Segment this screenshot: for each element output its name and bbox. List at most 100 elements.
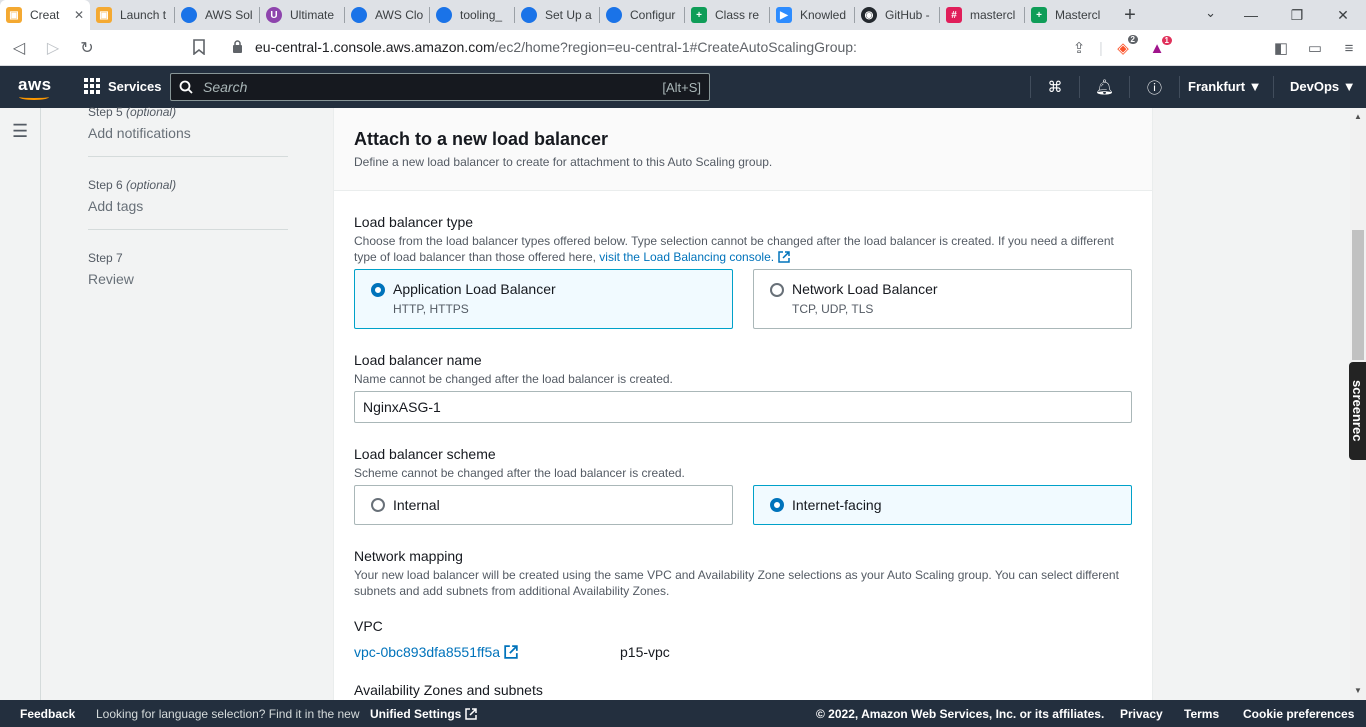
nav-divider — [40, 108, 41, 700]
option-title: Application Load Balancer — [393, 281, 556, 297]
vpc-id-link[interactable]: vpc-0bc893dfa8551ff5a — [354, 644, 518, 660]
step-optional: (optional) — [126, 105, 177, 119]
external-link-icon — [464, 708, 477, 720]
close-tab-icon[interactable]: ✕ — [74, 8, 84, 22]
browser-tab[interactable]: Set Up a — [515, 0, 599, 30]
language-prompt: Looking for language selection? Find it … — [96, 707, 360, 721]
services-menu-button[interactable]: Services — [84, 78, 162, 94]
cloudshell-icon[interactable]: ⌘ — [1030, 76, 1080, 98]
browser-toolbar: ◁ ▷ ↻ eu-central-1.console.aws.amazon.co… — [0, 30, 1366, 66]
load-balancer-container: Attach to a new load balancer Define a n… — [333, 108, 1153, 700]
chevron-down-icon[interactable]: ⌄ — [1205, 5, 1216, 21]
feedback-link[interactable]: Feedback — [20, 707, 75, 721]
radio-button[interactable] — [371, 283, 385, 297]
green-plus-icon: + — [1031, 7, 1047, 23]
search-icon — [179, 80, 193, 94]
step-label[interactable]: Add tags — [88, 195, 288, 217]
step-number: Step 5 — [88, 105, 123, 119]
menu-icon[interactable]: ≡ — [1332, 40, 1366, 57]
aws-smile-icon — [19, 94, 49, 100]
wallet-icon[interactable]: ▭ — [1298, 39, 1332, 57]
external-link-icon[interactable] — [504, 645, 518, 659]
reload-icon[interactable]: ↻ — [72, 33, 102, 63]
minimize-icon[interactable]: — — [1228, 0, 1274, 30]
container-header: Attach to a new load balancer Define a n… — [334, 108, 1152, 191]
close-window-icon[interactable]: ✕ — [1320, 0, 1366, 30]
brave-badge: 2 — [1127, 35, 1138, 44]
window-controls: — ❐ ✕ — [1228, 0, 1366, 30]
green-plus-icon: + — [691, 7, 707, 23]
aws-box-icon: ▣ — [96, 7, 112, 23]
lb-type-description: Choose from the load balancer types offe… — [354, 234, 1114, 264]
scroll-down-icon[interactable]: ▼ — [1354, 686, 1362, 695]
step-optional: (optional) — [126, 178, 177, 192]
scrollbar-thumb[interactable] — [1352, 230, 1364, 360]
radio-button[interactable] — [770, 283, 784, 297]
share-icon[interactable]: ⇪ — [1062, 39, 1096, 57]
help-icon[interactable]: ⓘ — [1130, 76, 1180, 98]
new-tab-button[interactable]: + — [1115, 0, 1145, 30]
lb-console-link[interactable]: visit the Load Balancing console. — [599, 250, 774, 264]
wizard-steps: Step 5 (optional) Add notifications Step… — [88, 104, 288, 322]
internet-facing-scheme-option[interactable]: Internet-facing — [753, 485, 1132, 525]
browser-tab[interactable]: ▣ Creat ✕ — [0, 0, 90, 30]
forward-icon[interactable]: ▷ — [38, 33, 68, 63]
browser-tab[interactable]: # mastercl — [940, 0, 1024, 30]
step-number: Step 6 — [88, 178, 123, 192]
browser-tab[interactable]: ▣ Launch t — [90, 0, 174, 30]
aws-logo[interactable]: aws — [18, 75, 52, 100]
brave-shield-icon[interactable]: ◈ 2 — [1106, 35, 1140, 57]
blue-drop-icon — [606, 7, 622, 23]
step-label[interactable]: Review — [88, 268, 288, 290]
browser-tab[interactable]: tooling_ — [430, 0, 514, 30]
search-input[interactable]: Search [Alt+S] — [170, 73, 710, 101]
page-title: Attach to a new load balancer — [354, 129, 609, 149]
terms-link[interactable]: Terms — [1184, 707, 1219, 721]
aws-box-icon: ▣ — [6, 7, 22, 23]
external-link-icon[interactable] — [778, 251, 790, 263]
privacy-link[interactable]: Privacy — [1120, 707, 1163, 721]
search-shortcut: [Alt+S] — [662, 79, 701, 95]
url-path: /ec2/home?region=eu-central-1#CreateAuto… — [494, 39, 857, 55]
browser-tab[interactable]: U Ultimate — [260, 0, 344, 30]
bookmark-icon[interactable] — [193, 39, 205, 55]
blue-drop-icon — [521, 7, 537, 23]
radio-button[interactable] — [371, 498, 385, 512]
lb-name-input[interactable]: NginxASG-1 — [354, 391, 1132, 423]
step-label[interactable]: Add notifications — [88, 122, 288, 144]
browser-tab[interactable]: + Class re — [685, 0, 769, 30]
account-menu[interactable]: DevOps ▼ — [1290, 79, 1356, 94]
sidebar-icon[interactable]: ◧ — [1264, 39, 1298, 57]
blue-drop-icon — [436, 7, 452, 23]
lb-name-label: Load balancer name — [354, 352, 482, 368]
screenrec-overlay[interactable]: screenrec — [1349, 362, 1366, 460]
page-description: Define a new load balancer to create for… — [354, 155, 773, 169]
wizard-step: Step 6 (optional) Add tags — [88, 177, 288, 230]
browser-tab[interactable]: AWS Sol — [175, 0, 259, 30]
radio-button[interactable] — [770, 498, 784, 512]
browser-tab[interactable]: ▶ Knowled — [770, 0, 854, 30]
brave-rewards-icon[interactable]: ▲ 1 — [1140, 35, 1174, 57]
network-lb-option[interactable]: Network Load Balancer TCP, UDP, TLS — [753, 269, 1132, 329]
option-subtitle: HTTP, HTTPS — [393, 302, 469, 316]
browser-tab[interactable]: Configur — [600, 0, 684, 30]
browser-tab[interactable]: AWS Clo — [345, 0, 429, 30]
cookie-preferences-link[interactable]: Cookie preferences — [1243, 707, 1354, 721]
grid-icon — [84, 78, 100, 94]
notifications-bell-icon[interactable]: 🔔︎ — [1080, 76, 1130, 98]
unified-settings-link[interactable]: Unified Settings — [370, 707, 477, 721]
back-icon[interactable]: ◁ — [4, 33, 34, 63]
browser-tab[interactable]: ◉ GitHub - — [855, 0, 939, 30]
internal-scheme-option[interactable]: Internal — [354, 485, 733, 525]
menu-hamburger-icon[interactable]: ☰ — [12, 121, 28, 142]
slack-icon: # — [946, 7, 962, 23]
scroll-up-icon[interactable]: ▲ — [1354, 112, 1362, 121]
application-lb-option[interactable]: Application Load Balancer HTTP, HTTPS — [354, 269, 733, 329]
lock-icon — [233, 40, 242, 53]
address-bar[interactable]: eu-central-1.console.aws.amazon.com/ec2/… — [255, 39, 857, 55]
browser-tab[interactable]: + Mastercl — [1025, 0, 1109, 30]
restore-icon[interactable]: ❐ — [1274, 0, 1320, 30]
option-title: Internal — [393, 497, 440, 513]
region-selector[interactable]: Frankfurt ▼ — [1188, 79, 1262, 94]
console-footer: Feedback Looking for language selection?… — [0, 700, 1366, 727]
